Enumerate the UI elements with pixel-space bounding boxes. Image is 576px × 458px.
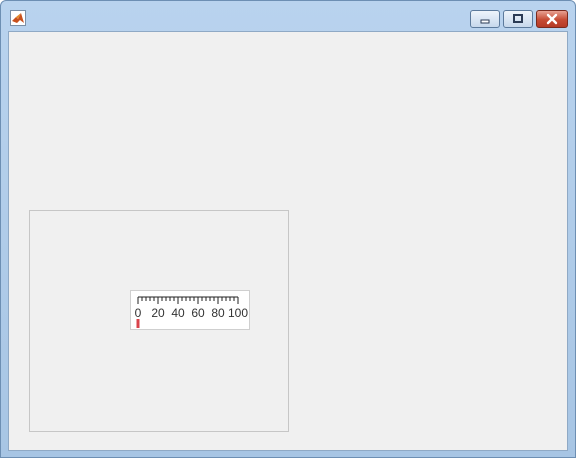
gauge-tick-label: 0	[135, 306, 142, 320]
gauge-tick-label: 60	[191, 306, 205, 320]
gauge-tick-label: 100	[228, 306, 248, 320]
app-window: 0 20 40 60 80 100	[0, 0, 576, 458]
title-bar[interactable]	[1, 1, 575, 30]
gauge-tick-label: 20	[151, 306, 165, 320]
maximize-icon	[513, 14, 523, 23]
gauge-tick-label: 80	[211, 306, 225, 320]
gauge-scale: 0 20 40 60 80 100	[135, 296, 248, 328]
gauge-panel: 0 20 40 60 80 100	[29, 210, 289, 432]
figure-client-area: 0 20 40 60 80 100	[8, 31, 568, 451]
minimize-icon	[480, 19, 490, 24]
close-icon	[546, 13, 558, 25]
linear-gauge[interactable]: 0 20 40 60 80 100	[130, 290, 250, 330]
maximize-button[interactable]	[503, 10, 533, 28]
minimize-button[interactable]	[470, 10, 500, 28]
gauge-needle	[136, 319, 140, 328]
matlab-logo-icon[interactable]	[10, 10, 26, 26]
close-button[interactable]	[536, 10, 568, 28]
gauge-tick-label: 40	[171, 306, 185, 320]
